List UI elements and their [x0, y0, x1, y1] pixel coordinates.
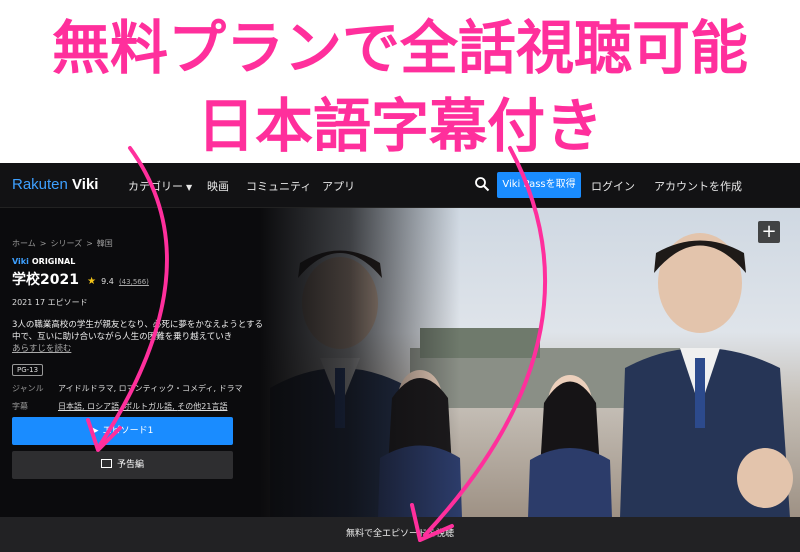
- hero-image: [260, 208, 800, 518]
- more-languages-link[interactable]: その他21言語: [177, 402, 227, 411]
- play-icon: ▶: [91, 426, 99, 436]
- film-icon: [100, 459, 112, 468]
- rating-value: 9.4: [101, 277, 114, 286]
- trailer-button[interactable]: 予告編: [12, 451, 233, 479]
- add-to-watchlist-button[interactable]: +: [758, 221, 780, 243]
- rating-count[interactable]: (43,566): [119, 278, 149, 286]
- show-description: 3人の職業高校の学生が親友となり、必死に夢をかなえようとする中で、互いに助け合い…: [12, 320, 264, 354]
- breadcrumb-home[interactable]: ホーム: [12, 239, 36, 248]
- watch-free-banner[interactable]: 無料で全エピソードを視聴: [0, 517, 800, 552]
- promo-caption-line2: 日本語字幕付き: [196, 92, 603, 160]
- subtitle-label: 字幕: [12, 402, 28, 411]
- nav-community[interactable]: コミュニティ: [246, 178, 311, 194]
- nav-movies[interactable]: 映画: [207, 178, 229, 194]
- viki-original-badge: Viki ORIGINAL: [12, 257, 76, 266]
- age-rating-badge: PG-13: [12, 364, 44, 376]
- breadcrumb-series[interactable]: シリーズ: [50, 239, 82, 248]
- star-icon: ★: [87, 276, 97, 287]
- search-icon[interactable]: [474, 176, 490, 192]
- title-row: 学校2021 ★ 9.4 (43,566): [12, 269, 149, 289]
- promo-caption-line1: 無料プランで全話視聴可能: [51, 14, 748, 82]
- genre-label: ジャンル: [12, 384, 44, 393]
- breadcrumb-korea[interactable]: 韓国: [97, 239, 113, 248]
- chevron-down-icon: ▼: [186, 183, 193, 192]
- read-synopsis-link[interactable]: あらすじを読む: [12, 344, 71, 354]
- breadcrumb: ホーム > シリーズ > 韓国: [12, 239, 113, 248]
- signup-link[interactable]: アカウントを作成: [654, 178, 742, 194]
- genre-value[interactable]: アイドルドラマ, ロマンティック・コメディ, ドラマ: [58, 383, 243, 394]
- viki-screenshot: Rakuten Viki カテゴリー ▼ 映画 コミュニティ アプリ Viki P…: [0, 163, 800, 552]
- login-link[interactable]: ログイン: [591, 178, 635, 194]
- play-episode-button[interactable]: ▶ エピソード1: [12, 417, 233, 445]
- nav-app[interactable]: アプリ: [322, 178, 355, 194]
- show-year: 2021: [12, 298, 33, 307]
- rakuten-viki-logo[interactable]: Rakuten Viki: [12, 176, 98, 193]
- show-title: 学校2021: [12, 272, 79, 288]
- subtitle-languages: 日本語, ロシア語, ポルトガル語, その他21言語: [58, 402, 228, 411]
- show-meta: 2021 17 エピソード: [12, 297, 88, 308]
- viki-pass-button[interactable]: Viki Passを取得: [497, 172, 581, 198]
- episode-count: 17 エピソード: [34, 298, 88, 307]
- top-nav: Rakuten Viki カテゴリー ▼ 映画 コミュニティ アプリ Viki P…: [0, 163, 800, 208]
- nav-categories[interactable]: カテゴリー ▼: [128, 178, 192, 194]
- hero-fade-overlay: [260, 208, 460, 518]
